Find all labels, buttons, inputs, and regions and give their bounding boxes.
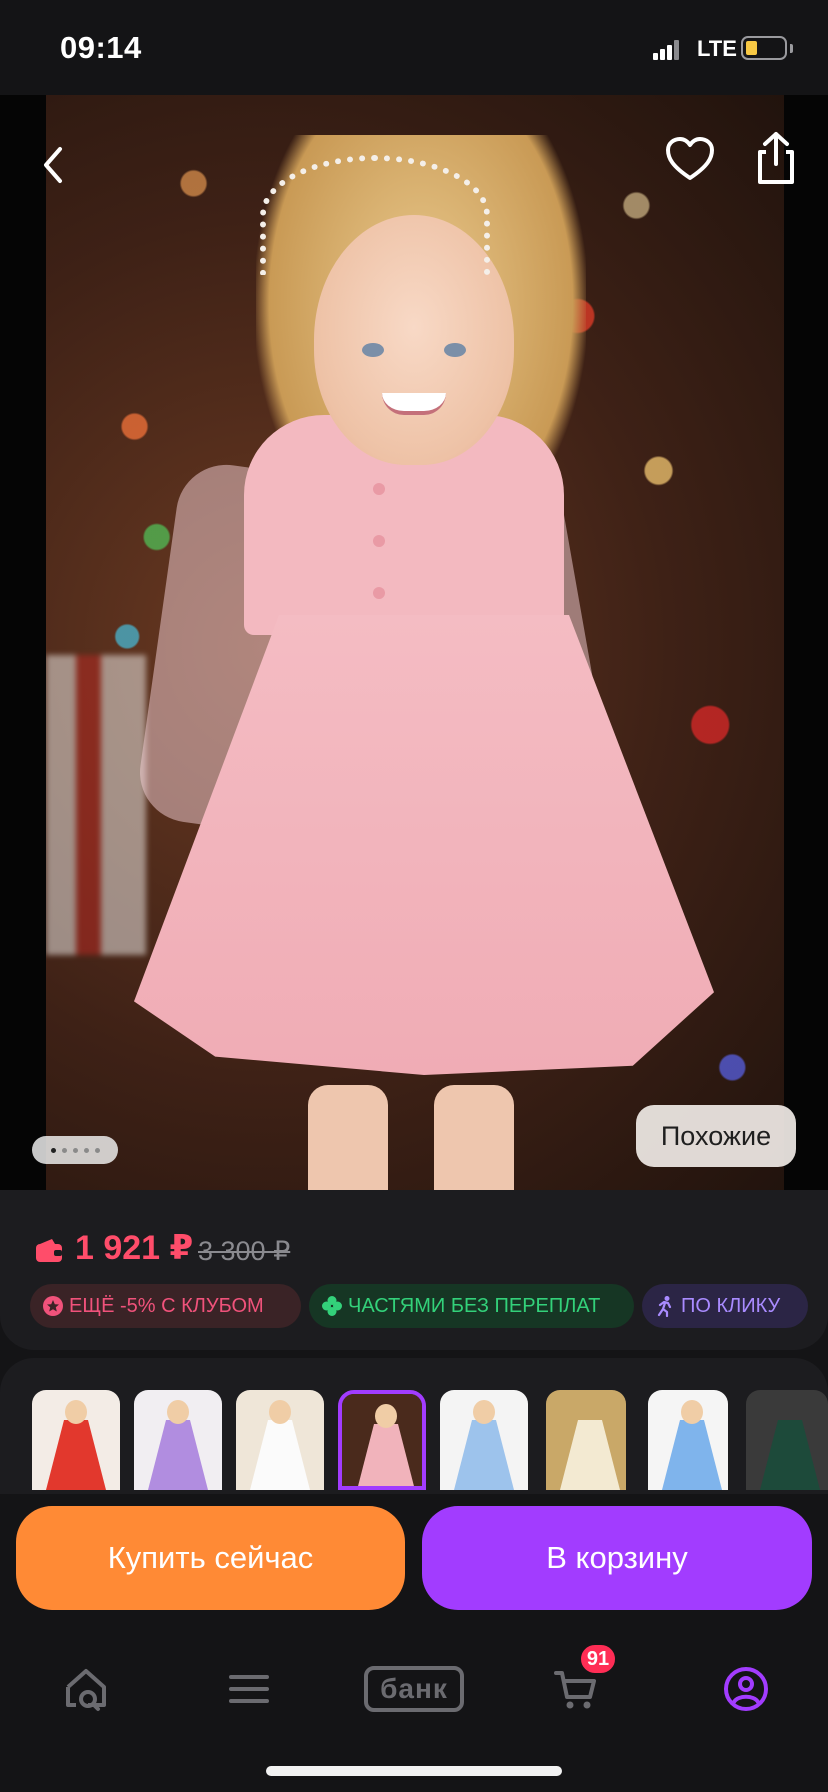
tab-bank[interactable]: банк bbox=[362, 1649, 466, 1729]
chevron-left-icon bbox=[44, 147, 62, 183]
variant-thumb-white[interactable] bbox=[236, 1390, 324, 1490]
price-current: 1 921 ₽ bbox=[75, 1229, 194, 1267]
variant-selector bbox=[0, 1358, 828, 1494]
clover-icon bbox=[322, 1296, 342, 1316]
home-indicator bbox=[266, 1766, 562, 1776]
star-badge-icon bbox=[43, 1296, 63, 1316]
share-icon bbox=[758, 132, 794, 184]
price-card: 1 921 ₽ 3 300 ₽ ЕЩЁ -5% С КЛУБОМ ЧАСТЯМИ… bbox=[0, 1190, 828, 1350]
gallery-pager bbox=[32, 1136, 118, 1164]
variant-thumb-lilac[interactable] bbox=[134, 1390, 222, 1490]
pager-dot bbox=[61, 1147, 67, 1153]
variant-thumb-pink[interactable] bbox=[338, 1390, 426, 1490]
status-bar: 09:14 LTE bbox=[0, 0, 828, 95]
profile-icon bbox=[724, 1667, 768, 1711]
one-click-label: ПО КЛИКУ bbox=[681, 1294, 781, 1317]
cart-count-badge: 91 bbox=[578, 1642, 618, 1676]
price-old: 3 300 ₽ bbox=[198, 1236, 291, 1266]
variant-thumb-light-blue[interactable] bbox=[440, 1390, 528, 1490]
back-button[interactable] bbox=[30, 135, 80, 195]
tab-catalog[interactable] bbox=[209, 1649, 289, 1729]
pager-dot bbox=[83, 1147, 89, 1153]
running-person-icon bbox=[657, 1296, 672, 1317]
club-discount-label: ЕЩЁ -5% С КЛУБОМ bbox=[69, 1294, 264, 1317]
menu-icon bbox=[229, 1675, 269, 1703]
variant-thumb-blue[interactable] bbox=[648, 1390, 728, 1490]
add-to-cart-button[interactable]: В корзину bbox=[422, 1506, 812, 1610]
network-label: LTE bbox=[697, 36, 737, 61]
club-discount-badge[interactable]: ЕЩЁ -5% С КЛУБОМ bbox=[30, 1284, 301, 1328]
bank-label: банк bbox=[364, 1666, 464, 1712]
product-gallery[interactable]: Похожие bbox=[0, 95, 828, 1200]
variant-thumb-red[interactable] bbox=[32, 1390, 120, 1490]
installments-label: ЧАСТЯМИ БЕЗ ПЕРЕПЛАТ bbox=[348, 1294, 601, 1317]
similar-button[interactable]: Похожие bbox=[636, 1105, 796, 1167]
pager-dot bbox=[50, 1147, 56, 1153]
pager-dot bbox=[94, 1147, 100, 1153]
buy-now-button[interactable]: Купить сейчас bbox=[16, 1506, 405, 1610]
variant-thumb-dark-green[interactable] bbox=[746, 1390, 828, 1490]
installments-badge[interactable]: ЧАСТЯМИ БЕЗ ПЕРЕПЛАТ bbox=[309, 1284, 634, 1328]
favorite-button[interactable] bbox=[660, 130, 720, 190]
bottom-tab-bar: банк 91 bbox=[0, 1619, 828, 1792]
tab-home-search[interactable] bbox=[46, 1649, 126, 1729]
wallet-icon bbox=[36, 1239, 62, 1262]
variant-thumb-cream[interactable] bbox=[546, 1390, 626, 1490]
status-time: 09:14 bbox=[60, 30, 142, 65]
home-search-icon bbox=[66, 1669, 106, 1711]
battery-icon bbox=[741, 36, 787, 60]
one-click-badge[interactable]: ПО КЛИКУ bbox=[642, 1284, 808, 1328]
signal-icon bbox=[653, 40, 681, 60]
purchase-actions: Купить сейчас В корзину bbox=[0, 1494, 828, 1619]
product-photo[interactable] bbox=[46, 95, 784, 1200]
share-button[interactable] bbox=[746, 128, 806, 190]
tab-profile[interactable] bbox=[706, 1649, 786, 1729]
pager-dot bbox=[72, 1147, 78, 1153]
heart-icon bbox=[666, 137, 714, 180]
